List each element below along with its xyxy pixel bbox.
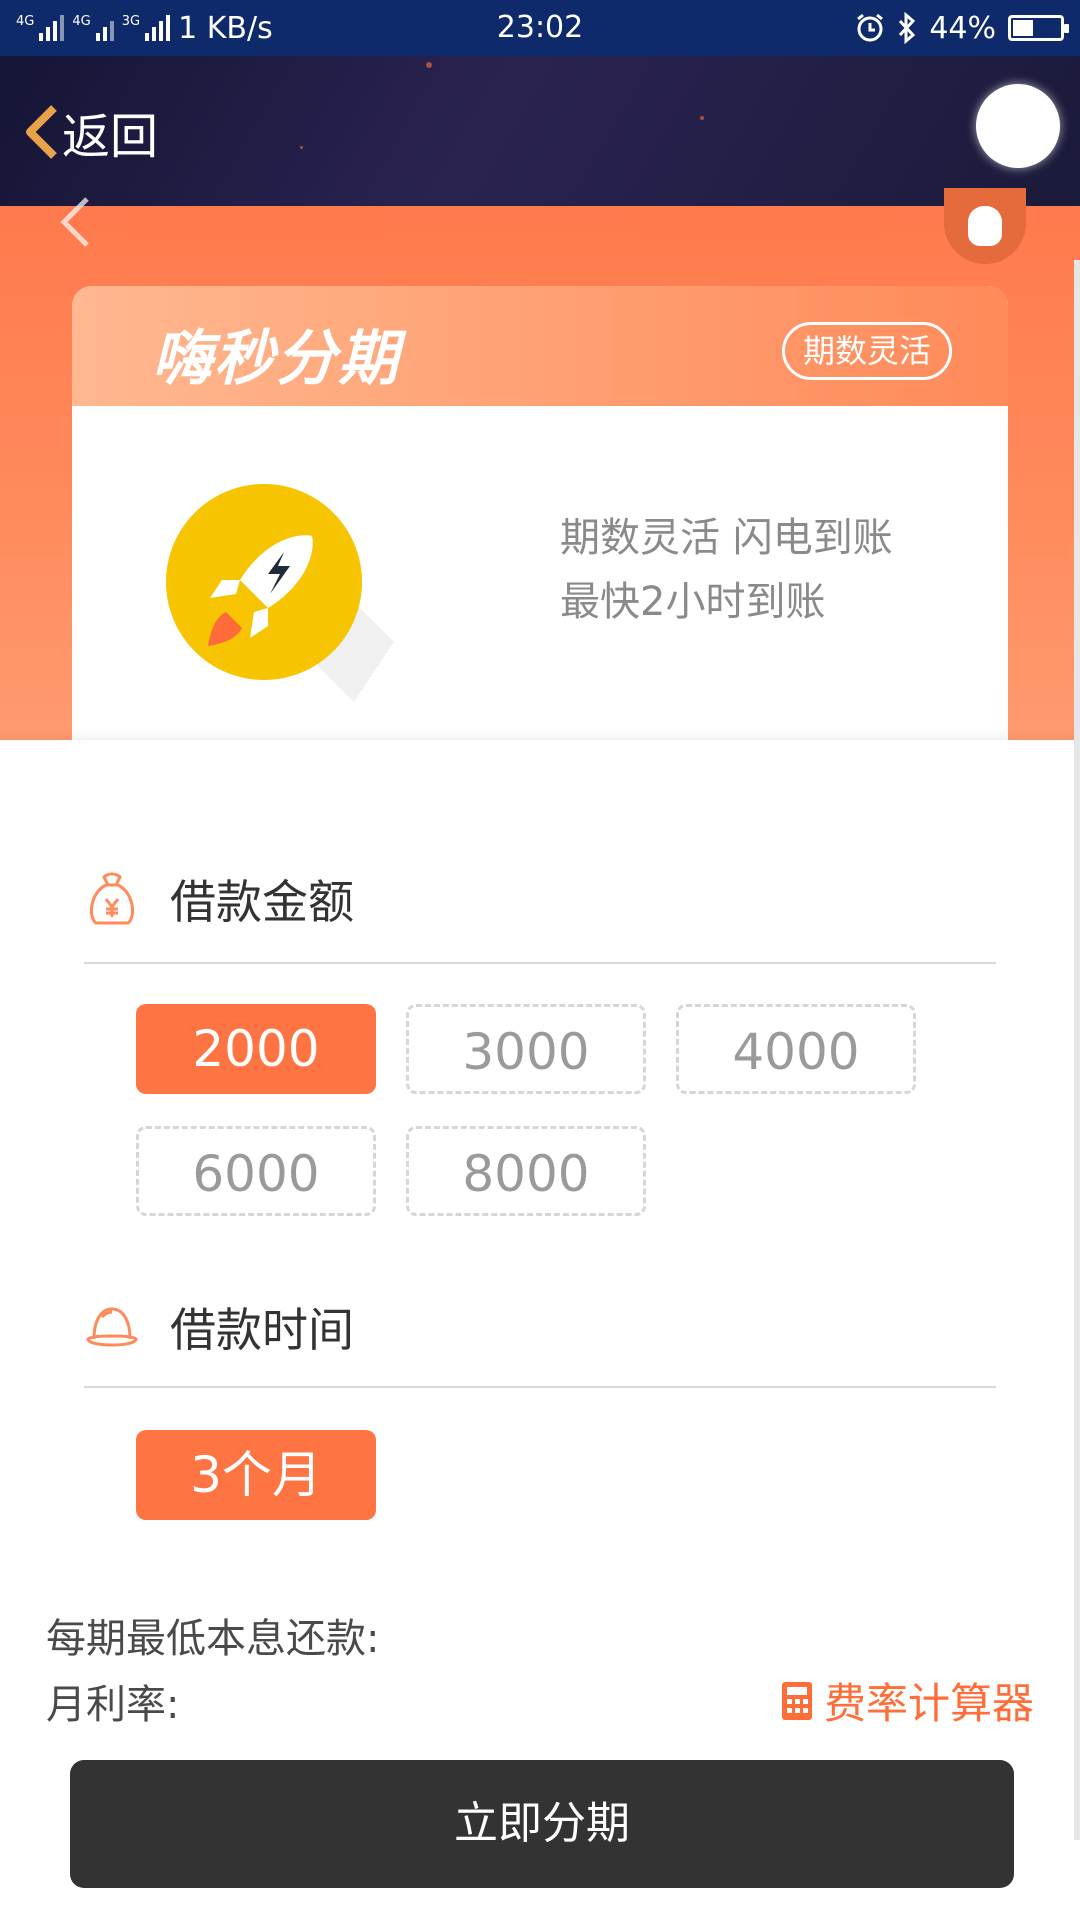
bluetooth-icon: [899, 12, 916, 44]
feature-text: 期数灵活 闪电到账 最快2小时到账: [560, 506, 893, 634]
card-header: 嗨秒分期 期数灵活: [72, 286, 1008, 406]
apply-installment-button[interactable]: 立即分期: [70, 1760, 1014, 1888]
avatar[interactable]: [976, 84, 1060, 168]
loan-amount-header: 借款金额: [82, 866, 354, 932]
back-chevron-icon: [26, 105, 57, 159]
calculator-icon: [781, 1681, 812, 1720]
alarm-icon: [857, 13, 884, 42]
loan-term-label: 借款时间: [170, 1303, 354, 1357]
battery-percent: 44%: [929, 10, 996, 46]
page-back-icon[interactable]: [60, 196, 90, 248]
amount-option-8000[interactable]: 8000: [406, 1126, 646, 1216]
status-bar: 4G 4G 3G 1 KB/s 23:02 44%: [0, 0, 1080, 56]
feature-line-1: 期数灵活 闪电到账: [560, 515, 893, 561]
divider: [84, 1386, 996, 1388]
rocket-icon: [166, 484, 394, 702]
loan-amount-label: 借款金额: [170, 875, 354, 929]
amount-option-2000[interactable]: 2000: [136, 1004, 376, 1094]
hat-icon: [86, 1307, 138, 1347]
min-payment-label: 每期最低本息还款:: [46, 1616, 380, 1662]
amount-option-3000[interactable]: 3000: [406, 1004, 646, 1094]
app-header: 返回: [0, 56, 1080, 206]
loan-term-header: 借款时间: [82, 1294, 354, 1360]
amount-option-6000[interactable]: 6000: [136, 1126, 376, 1216]
status-right: 44%: [855, 8, 1069, 48]
calculator-label: 费率计算器: [823, 1679, 1034, 1728]
card-title: 嗨秒分期: [152, 324, 400, 394]
amount-option-4000[interactable]: 4000: [676, 1004, 916, 1094]
battery-icon: [1008, 15, 1069, 41]
product-card: 嗨秒分期 期数灵活 期数灵活 闪电到账 最快2小时到账: [72, 286, 1008, 742]
back-label: 返回: [62, 109, 159, 165]
card-badge: 期数灵活: [781, 322, 952, 380]
feature-line-2: 最快2小时到账: [560, 579, 826, 625]
fee-calculator-link[interactable]: 费率计算器: [780, 1670, 1034, 1731]
money-bag-icon: [89, 872, 135, 925]
scrollbar[interactable]: [1074, 260, 1080, 1840]
back-button[interactable]: 返回: [24, 92, 158, 172]
divider: [84, 962, 996, 964]
monthly-rate-label: 月利率:: [46, 1682, 180, 1728]
term-option-3-months[interactable]: 3个月: [136, 1430, 376, 1520]
